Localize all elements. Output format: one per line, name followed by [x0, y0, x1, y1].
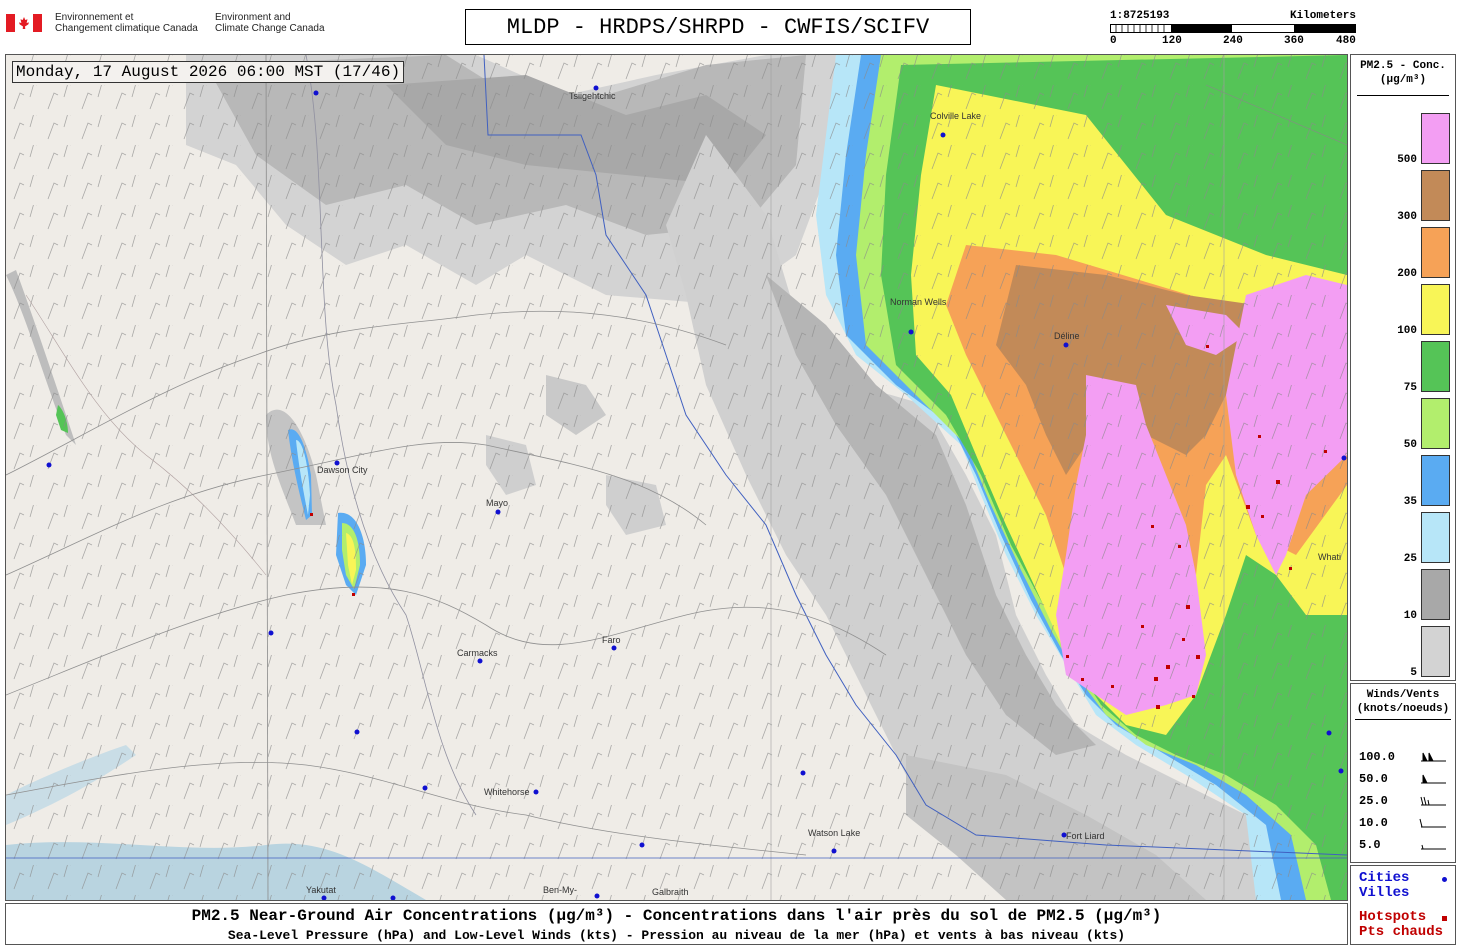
legend-bin-label: 300	[1397, 211, 1417, 223]
wind-legend-title-line2: (knots/noeuds)	[1356, 703, 1450, 715]
city-label: Mayo	[486, 498, 509, 508]
legend-title: PM2.5 - Conc. (µg/m³)	[1351, 59, 1455, 87]
hotspot-square-icon	[1442, 916, 1447, 921]
agency-name-en: Environment and Climate Change Canada	[215, 12, 325, 34]
legend-swatch	[1421, 170, 1450, 221]
symbol-key: Cities Villes Hotspots Pts chauds	[1350, 865, 1456, 945]
agency-name-fr: Environnement et Changement climatique C…	[55, 12, 198, 34]
legend-swatch	[1421, 626, 1450, 677]
map-canvas[interactable]: Monday, 17 August 2026 06:00 MST (17/46)…	[5, 54, 1348, 901]
wind-barb-icon	[1421, 752, 1446, 762]
legend-bin-label: 50	[1403, 439, 1417, 451]
forecast-timestamp: Monday, 17 August 2026 06:00 MST (17/46)	[12, 61, 405, 83]
wind-legend-title: Winds/Vents (knots/noeuds)	[1351, 688, 1455, 716]
wind-row: 5.0	[1359, 838, 1451, 854]
city-label: Whati	[1318, 552, 1342, 562]
city-label: Watson Lake	[808, 828, 861, 838]
legend-bin-label: 35	[1403, 496, 1417, 508]
city-label: Yakutat	[306, 885, 336, 895]
map-caption: PM2.5 Near-Ground Air Concentrations (µg…	[5, 903, 1348, 945]
map-layers	[6, 55, 1347, 900]
hotspots-key-label: Hotspots Pts chauds	[1359, 909, 1444, 940]
city-label: Ben-My-	[543, 885, 578, 895]
wind-row: 10.0	[1359, 816, 1451, 832]
wind-legend: Winds/Vents (knots/noeuds) 100.0 50.0 25…	[1350, 683, 1456, 863]
legend-swatch	[1421, 284, 1450, 335]
scale-unit: Kilometers	[1289, 10, 1356, 22]
legend-bin-label: 100	[1397, 325, 1417, 337]
legend-swatch	[1421, 113, 1450, 164]
legend-swatch	[1421, 512, 1450, 563]
legend-bin-label: 500	[1397, 154, 1417, 166]
scale-bar-block: 1:8725193 Kilometers 0 120 240 360 480	[1110, 10, 1356, 50]
wind-barbs	[6, 55, 1347, 900]
canada-flag-icon	[6, 14, 42, 32]
wind-speed-label: 100.0	[1359, 750, 1396, 764]
legend-divider	[1357, 95, 1449, 96]
caption-line1: PM2.5 Near-Ground Air Concentrations (µg…	[191, 907, 1162, 925]
wind-legend-title-line1: Winds/Vents	[1366, 689, 1440, 701]
wind-barb-icon	[1421, 774, 1446, 784]
wind-speed-label: 25.0	[1359, 794, 1388, 808]
legend-swatch	[1421, 455, 1450, 506]
wind-legend-divider	[1355, 719, 1451, 720]
wind-speed-label: 10.0	[1359, 816, 1388, 830]
legend-bin-label: 25	[1403, 553, 1417, 565]
wind-speed-label: 50.0	[1359, 772, 1388, 786]
scale-tick-240: 240	[1223, 35, 1243, 47]
city-dot-icon	[1442, 877, 1447, 882]
city-label: Whitehorse	[484, 787, 530, 797]
legend-swatch	[1421, 398, 1450, 449]
eccc-logo: Environnement et Changement climatique C…	[6, 12, 336, 42]
legend-bin-label: 200	[1397, 268, 1417, 280]
map-title: MLDP - HRDPS/SHRPD - CWFIS/SCIFV	[465, 9, 971, 45]
wind-row: 50.0	[1359, 772, 1451, 788]
pm25-legend: PM2.5 - Conc. (µg/m³) 500 300 200 100 75 50 35…	[1350, 54, 1456, 681]
legend-swatch	[1421, 341, 1450, 392]
legend-title-line1: PM2.5 - Conc.	[1360, 60, 1446, 72]
city-label: Fort Liard	[1066, 831, 1105, 841]
wind-speed-label: 5.0	[1359, 838, 1381, 852]
city-label: Tsiigehtchic	[569, 91, 616, 101]
wind-barb-icon	[1419, 818, 1446, 828]
wind-row: 25.0	[1359, 794, 1451, 810]
city-label: Colville Lake	[930, 111, 982, 121]
wind-barb-icon	[1421, 844, 1446, 850]
legend-swatch	[1421, 227, 1450, 278]
legend-bin-label: 5	[1410, 667, 1417, 679]
city-label: Faro	[602, 635, 621, 645]
city-label: Norman Wells	[890, 297, 947, 307]
scale-tick-480: 480	[1336, 35, 1356, 47]
scale-tick-360: 360	[1284, 35, 1304, 47]
city-label: Dawson City	[317, 465, 368, 475]
scale-tick-0: 0	[1110, 35, 1117, 47]
city-label: Galbraith	[652, 887, 689, 897]
wind-row: 100.0	[1359, 750, 1451, 766]
city-label: Déline	[1054, 331, 1080, 341]
scale-ratio: 1:8725193	[1110, 10, 1170, 22]
cities-key-label: Cities Villes	[1359, 870, 1410, 901]
city-label: Carmacks	[457, 648, 498, 658]
scale-tick-120: 120	[1162, 35, 1182, 47]
legend-swatch	[1421, 569, 1450, 620]
wind-barb-icon	[1420, 796, 1446, 806]
caption-line2: Sea-Level Pressure (hPa) and Low-Level W…	[227, 928, 1126, 943]
legend-title-line2: (µg/m³)	[1379, 74, 1427, 86]
legend-bin-label: 10	[1403, 610, 1417, 622]
scale-bar	[1110, 24, 1356, 33]
legend-bin-label: 75	[1403, 382, 1417, 394]
